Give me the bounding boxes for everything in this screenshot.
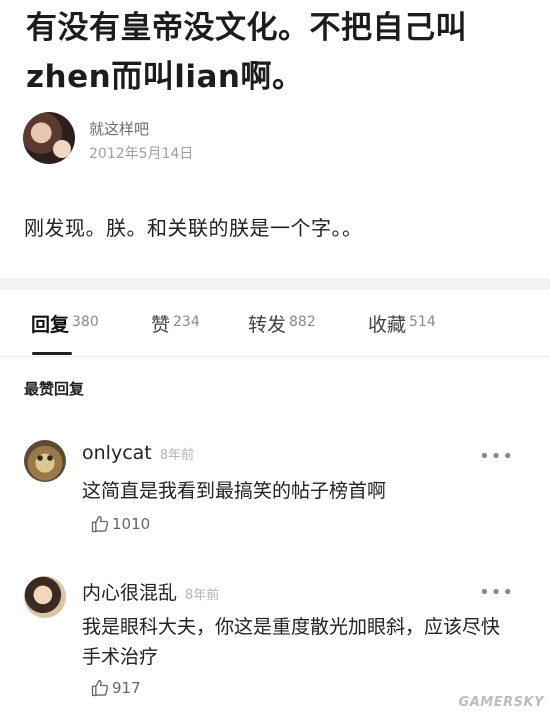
thumbs-up-icon	[91, 515, 109, 533]
more-icon[interactable]: •••	[479, 582, 514, 603]
tab-count: 882	[289, 314, 316, 330]
more-icon[interactable]: •••	[479, 446, 514, 467]
watermark-logo: GAMERSKY	[458, 695, 544, 710]
post-body: 刚发现。朕。和关联的朕是一个字。。	[24, 216, 363, 240]
tab-label: 赞	[151, 314, 171, 336]
author-name[interactable]: 就这样吧	[89, 118, 149, 139]
like-button[interactable]: 917	[90, 678, 141, 698]
post-title: 有没有皇帝没文化。不把自己叫zhen而叫lian啊。	[26, 10, 467, 95]
like-count: 1010	[112, 515, 151, 533]
thumbs-up-icon	[91, 679, 109, 697]
comment-text: 我是眼科大夫，你这是重度散光加眼斜，应该尽快手术治疗	[82, 616, 501, 668]
tab-label: 转发	[248, 314, 287, 336]
comment-time: 8年前	[185, 588, 220, 603]
tab-reposts[interactable]: 转发 882	[248, 310, 316, 337]
tab-count: 514	[409, 314, 436, 330]
commenter-name[interactable]: onlycat 8年前	[82, 442, 194, 464]
post-date: 2012年5月14日	[89, 146, 194, 162]
tab-label: 回复	[31, 314, 70, 336]
like-button[interactable]: 1010	[90, 514, 150, 534]
tab-count: 234	[173, 314, 200, 330]
active-tab-indicator	[32, 352, 72, 355]
commenter-avatar[interactable]	[24, 440, 66, 482]
like-count: 917	[112, 679, 141, 697]
commenter-avatar[interactable]	[24, 576, 66, 618]
tab-count: 380	[72, 314, 99, 330]
tab-replies[interactable]: 回复 380	[31, 310, 99, 337]
author-avatar[interactable]	[23, 112, 75, 164]
comment-text: 这简直是我看到最搞笑的帖子榜首啊	[82, 480, 387, 502]
commenter-name-text: onlycat	[82, 442, 152, 464]
tab-label: 收藏	[368, 314, 407, 336]
tab-favorites[interactable]: 收藏 514	[368, 310, 436, 337]
comment-time: 8年前	[159, 448, 195, 463]
tabs-divider	[0, 356, 550, 357]
tab-likes[interactable]: 赞 234	[151, 310, 200, 337]
section-divider	[0, 278, 550, 290]
commenter-name[interactable]: 内心很混乱 8年前	[82, 578, 219, 605]
section-title: 最赞回复	[24, 380, 85, 398]
interaction-tabs: 回复 380 赞 234 转发 882 收藏 514	[0, 300, 550, 358]
commenter-name-text: 内心很混乱	[82, 582, 178, 604]
